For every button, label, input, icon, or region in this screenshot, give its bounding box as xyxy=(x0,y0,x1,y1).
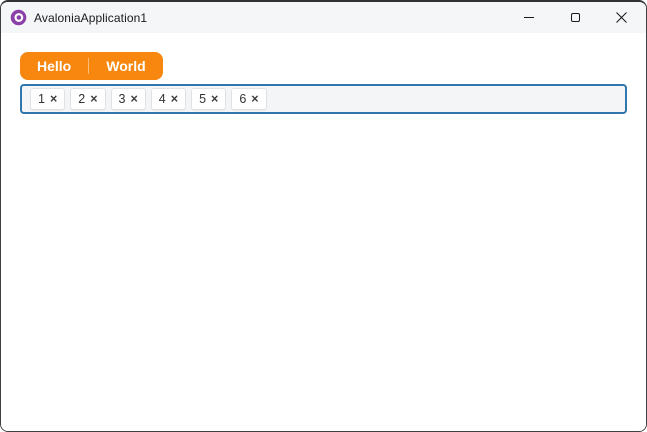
app-window: AvaloniaApplication1 Hello World 1 × 2 ×… xyxy=(0,0,647,432)
chip-close-icon[interactable]: × xyxy=(251,93,258,106)
tag-chip: 4 × xyxy=(150,88,187,110)
tab-hello[interactable]: Hello xyxy=(20,52,88,80)
tag-chip-label: 4 xyxy=(158,92,166,106)
window-title: AvaloniaApplication1 xyxy=(34,10,148,25)
minimize-icon xyxy=(524,17,534,18)
tab-hello-label: Hello xyxy=(37,58,72,74)
tag-chip: 1 × xyxy=(30,88,66,110)
window-content: Hello World 1 × 2 × 3 × 4 × 5 × 6 × xyxy=(1,33,646,431)
chip-close-icon[interactable]: × xyxy=(130,93,137,106)
tag-chip: 5 × xyxy=(191,88,227,110)
tag-chip-label: 5 xyxy=(199,92,207,106)
tag-chip-label: 3 xyxy=(118,92,126,106)
caption-buttons xyxy=(506,2,644,33)
chip-close-icon[interactable]: × xyxy=(50,93,57,106)
minimize-button[interactable] xyxy=(506,2,552,33)
title-bar[interactable]: AvaloniaApplication1 xyxy=(1,2,646,33)
tab-strip: Hello World xyxy=(20,52,163,80)
tag-chip: 6 × xyxy=(231,88,267,110)
tab-world[interactable]: World xyxy=(89,52,162,80)
chip-close-icon[interactable]: × xyxy=(90,93,97,106)
chip-close-icon[interactable]: × xyxy=(211,93,218,106)
avalonia-logo-icon xyxy=(9,9,27,27)
tab-world-label: World xyxy=(106,58,146,74)
maximize-icon xyxy=(570,13,580,22)
close-button[interactable] xyxy=(598,2,644,33)
chip-close-icon[interactable]: × xyxy=(171,93,178,106)
tag-chip-label: 2 xyxy=(78,92,86,106)
tag-chip: 3 × xyxy=(110,88,146,110)
maximize-button[interactable] xyxy=(552,2,598,33)
tags-input-box[interactable]: 1 × 2 × 3 × 4 × 5 × 6 × xyxy=(20,84,627,114)
tag-chip-label: 6 xyxy=(239,92,247,106)
close-icon xyxy=(615,12,627,23)
tag-chip-label: 1 xyxy=(38,92,45,106)
tag-chip: 2 × xyxy=(70,88,106,110)
